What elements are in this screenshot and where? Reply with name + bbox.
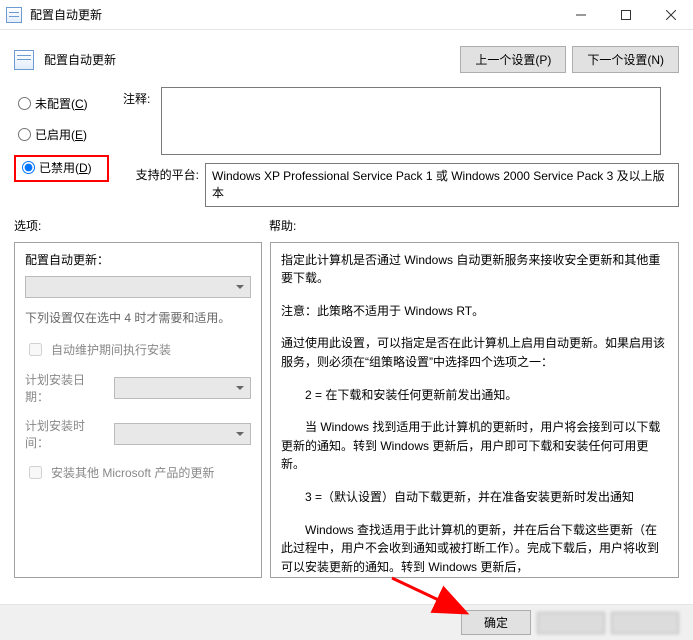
dialog-footer: 确定: [0, 604, 693, 640]
maintenance-checkbox-row[interactable]: 自动维护期间执行安装: [25, 340, 251, 359]
platform-text: Windows XP Professional Service Pack 1 或…: [205, 163, 679, 207]
next-setting-button[interactable]: 下一个设置(N): [572, 46, 679, 73]
page-heading: 配置自动更新: [44, 51, 450, 68]
title-bar: 配置自动更新: [0, 0, 693, 30]
options-panel: 配置自动更新： 下列设置仅在选中 4 时才需要和适用。 自动维护期间执行安装 计…: [14, 242, 262, 578]
maintenance-checkbox-label: 自动维护期间执行安装: [51, 341, 171, 358]
help-p5: 当 Windows 找到适用于此计算机的更新时，用户将会接到可以下载更新的通知。…: [281, 418, 668, 474]
window-title: 配置自动更新: [28, 6, 558, 23]
comment-label: 注释:: [123, 87, 153, 151]
options-label: 选项:: [14, 217, 269, 234]
prev-setting-button[interactable]: 上一个设置(P): [460, 46, 566, 73]
other-ms-checkbox-label: 安装其他 Microsoft 产品的更新: [51, 464, 214, 481]
help-p2: 注意：此策略不适用于 Windows RT。: [281, 302, 668, 321]
platform-label: 支持的平台:: [123, 163, 199, 207]
help-p1: 指定此计算机是否通过 Windows 自动更新服务来接收安全更新和其他重要下载。: [281, 251, 668, 288]
maintenance-checkbox[interactable]: [29, 343, 42, 356]
cancel-button[interactable]: [537, 612, 605, 634]
radio-enabled[interactable]: 已启用(E): [14, 124, 109, 145]
radio-not-configured-input[interactable]: [18, 97, 31, 110]
schedule-time-combo[interactable]: [114, 423, 252, 445]
maximize-button[interactable]: [603, 0, 648, 29]
options-subhead: 配置自动更新：: [25, 251, 251, 268]
header-row: 配置自动更新 上一个设置(P) 下一个设置(N): [0, 30, 693, 81]
radio-enabled-input[interactable]: [18, 128, 31, 141]
app-icon: [0, 7, 28, 23]
schedule-day-combo[interactable]: [114, 377, 252, 399]
radio-enabled-label: 已启用(E): [35, 126, 87, 143]
state-radio-group: 未配置(C) 已启用(E) 已禁用(D): [14, 87, 109, 207]
radio-disabled[interactable]: 已禁用(D): [18, 157, 105, 178]
schedule-day-label: 计划安装日期：: [25, 371, 108, 405]
update-mode-combo[interactable]: [25, 276, 251, 298]
options-description: 下列设置仅在选中 4 时才需要和适用。: [25, 310, 251, 327]
minimize-button[interactable]: [558, 0, 603, 29]
help-p6: 3 =（默认设置）自动下载更新，并在准备安装更新时发出通知: [281, 488, 668, 507]
schedule-time-label: 计划安装时间：: [25, 417, 108, 451]
radio-disabled-input[interactable]: [22, 161, 35, 174]
ok-button[interactable]: 确定: [461, 610, 531, 635]
help-panel[interactable]: 指定此计算机是否通过 Windows 自动更新服务来接收安全更新和其他重要下载。…: [270, 242, 679, 578]
help-label: 帮助:: [269, 217, 679, 234]
other-ms-checkbox[interactable]: [29, 466, 42, 479]
close-button[interactable]: [648, 0, 693, 29]
help-p4: 2 = 在下载和安装任何更新前发出通知。: [281, 386, 668, 405]
apply-button[interactable]: [611, 612, 679, 634]
highlight-box: 已禁用(D): [14, 155, 109, 182]
radio-not-configured-label: 未配置(C): [35, 95, 88, 112]
help-p7: Windows 查找适用于此计算机的更新，并在后台下载这些更新（在此过程中，用户…: [281, 521, 668, 577]
comment-textarea[interactable]: [161, 87, 661, 155]
help-p3: 通过使用此设置，可以指定是否在此计算机上启用自动更新。如果启用该服务，则必须在“…: [281, 334, 668, 371]
other-ms-checkbox-row[interactable]: 安装其他 Microsoft 产品的更新: [25, 463, 251, 482]
policy-icon: [14, 50, 34, 70]
radio-disabled-label: 已禁用(D): [39, 159, 92, 176]
radio-not-configured[interactable]: 未配置(C): [14, 93, 109, 114]
